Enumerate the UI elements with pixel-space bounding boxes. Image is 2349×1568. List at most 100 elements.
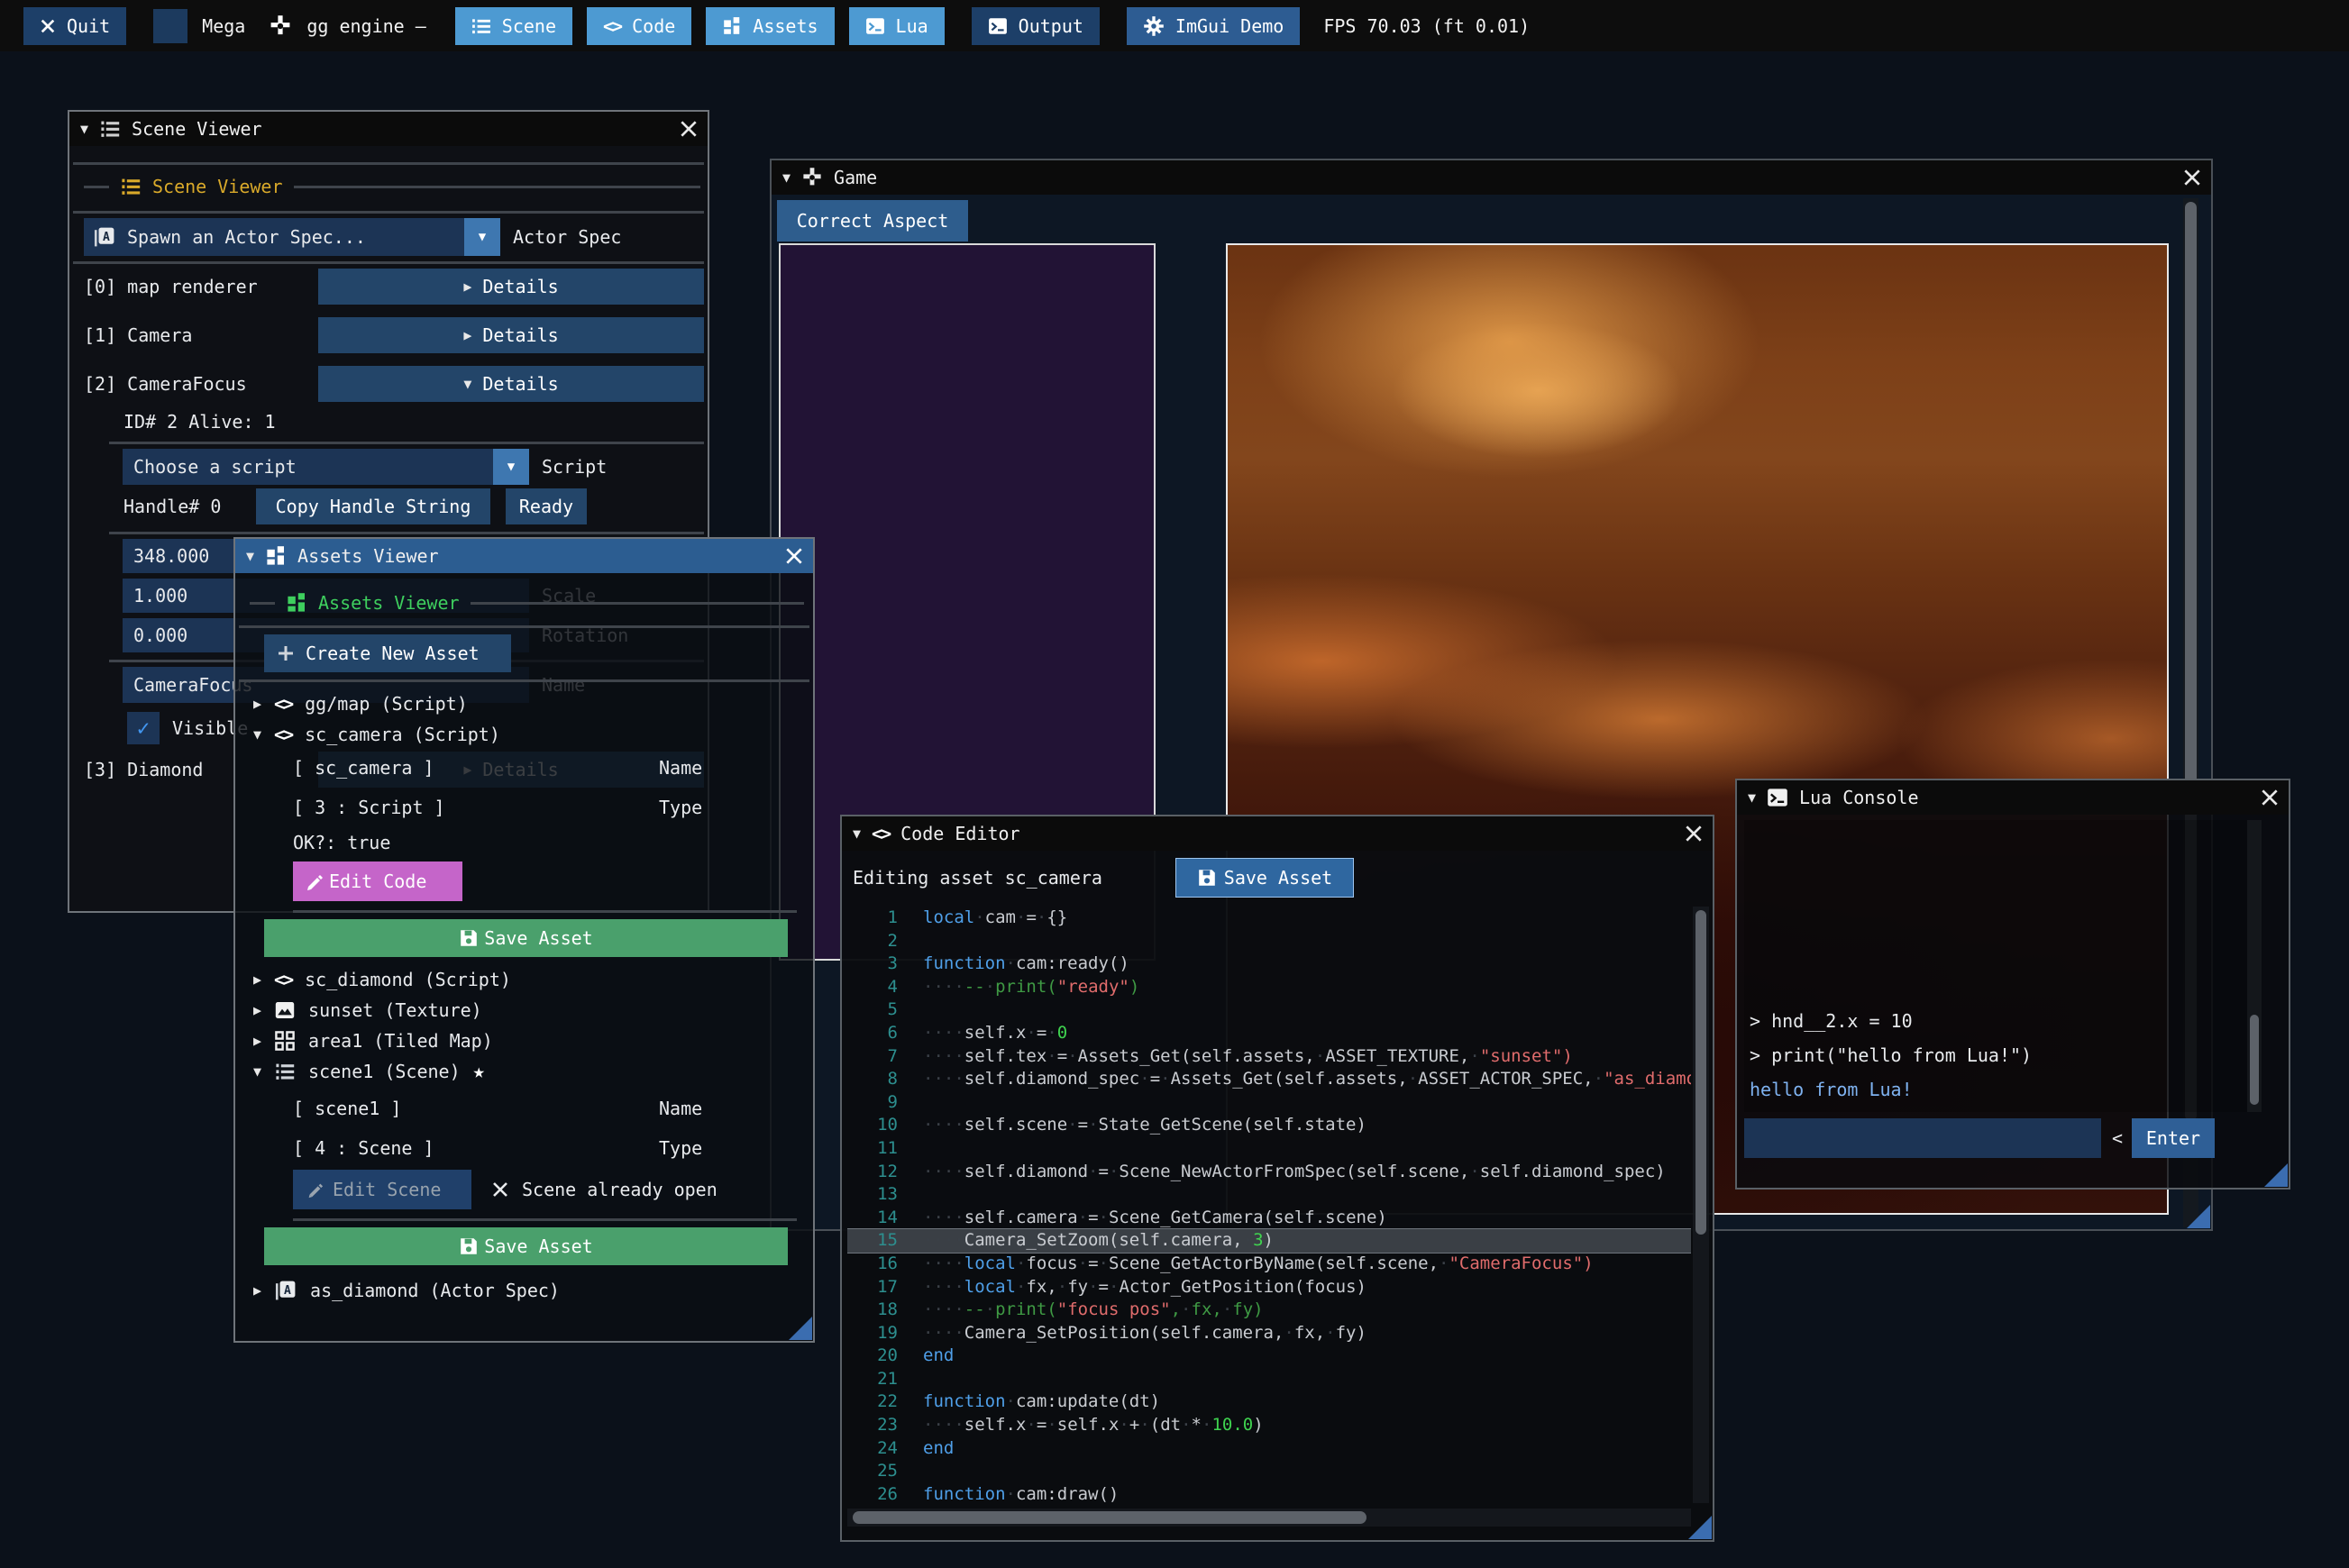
- close-icon[interactable]: [2260, 788, 2280, 807]
- code-line[interactable]: 19····Camera_SetPosition(self.camera,·fx…: [847, 1322, 1691, 1345]
- edit-code-label: Edit Code: [329, 871, 426, 892]
- tree-item-sc-camera[interactable]: ▼ <> sc_camera (Script): [253, 719, 500, 750]
- code-vertical-scrollbar[interactable]: [1693, 907, 1709, 1503]
- tree-item-sc-diamond[interactable]: ▶ <> sc_diamond (Script): [253, 964, 511, 995]
- details-button[interactable]: ▼ Details: [318, 366, 704, 402]
- edit-code-button[interactable]: Edit Code: [293, 861, 462, 901]
- code-line[interactable]: 2: [847, 930, 1691, 953]
- enter-label: Enter: [2146, 1127, 2200, 1149]
- tree-item-as-diamond[interactable]: ▶ A as_diamond (Actor Spec): [253, 1274, 560, 1307]
- code-line[interactable]: 5: [847, 998, 1691, 1022]
- code-line[interactable]: 23····self.x·=·self.x·+·(dt·*·10.0): [847, 1414, 1691, 1437]
- code-line[interactable]: 21: [847, 1368, 1691, 1391]
- save-asset-button[interactable]: Save Asset: [264, 919, 788, 957]
- arrow-down-icon[interactable]: ▼: [253, 1063, 261, 1080]
- spawn-actor-spec-combo[interactable]: A Spawn an Actor Spec... ▼: [84, 218, 500, 256]
- code-line[interactable]: 7····self.tex·=·Assets_Get(self.assets,·…: [847, 1045, 1691, 1069]
- code-line[interactable]: 20end: [847, 1345, 1691, 1368]
- arrow-right-icon[interactable]: ▶: [253, 696, 261, 712]
- resize-grip[interactable]: [2187, 1205, 2210, 1228]
- close-icon[interactable]: [1684, 824, 1704, 843]
- collapse-arrow-icon[interactable]: ▼: [853, 825, 861, 842]
- close-icon[interactable]: [2182, 168, 2202, 187]
- code-vertical-scrollbar-thumb[interactable]: [1695, 910, 1706, 1235]
- code-line[interactable]: 3function·cam:ready(): [847, 953, 1691, 976]
- console-scrollbar-thumb[interactable]: [2250, 1015, 2259, 1105]
- correct-aspect-button[interactable]: Correct Aspect: [777, 200, 968, 242]
- menu-button-output[interactable]: Output: [972, 7, 1100, 45]
- create-new-asset-button[interactable]: Create New Asset: [264, 634, 511, 672]
- collapse-arrow-icon[interactable]: ▼: [80, 121, 88, 137]
- menu-button-scene[interactable]: Scene: [455, 7, 572, 45]
- tree-item-scene1[interactable]: ▼ scene1 (Scene) ★: [253, 1056, 485, 1087]
- enter-button[interactable]: Enter: [2132, 1118, 2215, 1158]
- arrow-right-icon[interactable]: ▶: [253, 971, 261, 988]
- arrow-right-icon[interactable]: ▶: [253, 1033, 261, 1049]
- code-editor-text-area[interactable]: 1local·cam·=·{}23function·cam:ready()4··…: [847, 907, 1691, 1503]
- collapse-arrow-icon[interactable]: ▼: [1748, 789, 1756, 806]
- code-line[interactable]: 25: [847, 1460, 1691, 1483]
- terminal-icon: [1767, 787, 1788, 808]
- menu-button-lua[interactable]: Lua: [849, 7, 945, 45]
- scene-viewer-titlebar[interactable]: ▼ Scene Viewer: [69, 112, 708, 146]
- resize-grip[interactable]: [789, 1317, 812, 1340]
- menu-button-imgui-demo[interactable]: ImGui Demo: [1127, 7, 1300, 45]
- tree-item-gg-map[interactable]: ▶ <> gg/map (Script): [253, 688, 468, 719]
- code-line[interactable]: 9: [847, 1091, 1691, 1115]
- code-line[interactable]: 10····self.scene·=·State_GetScene(self.s…: [847, 1114, 1691, 1137]
- code-line[interactable]: 22function·cam:update(dt): [847, 1390, 1691, 1414]
- chevron-down-icon[interactable]: ▼: [464, 218, 500, 256]
- choose-script-combo[interactable]: Choose a script ▼: [123, 449, 529, 485]
- resize-grip[interactable]: [1688, 1516, 1712, 1539]
- assets-viewer-titlebar[interactable]: ▼ Assets Viewer: [235, 539, 813, 573]
- game-titlebar[interactable]: ▼ Game: [772, 160, 2211, 195]
- code-editor-titlebar[interactable]: ▼ <> Code Editor: [842, 816, 1713, 851]
- tree-item-sunset[interactable]: ▶ sunset (Texture): [253, 995, 482, 1026]
- code-line[interactable]: 13: [847, 1183, 1691, 1207]
- details-button[interactable]: ▶ Details: [318, 317, 704, 353]
- menu-button-assets[interactable]: Assets: [706, 7, 834, 45]
- code-line[interactable]: 1local·cam·=·{}: [847, 907, 1691, 930]
- close-icon[interactable]: [679, 119, 699, 139]
- code-horizontal-scrollbar-thumb[interactable]: [853, 1511, 1366, 1524]
- arrow-right-icon[interactable]: ▶: [253, 1282, 261, 1299]
- favorite-star-icon[interactable]: ★: [473, 1061, 485, 1083]
- copy-handle-button[interactable]: Copy Handle String: [256, 488, 490, 524]
- arrow-down-icon[interactable]: ▼: [253, 726, 261, 743]
- save-asset-button[interactable]: Save Asset: [264, 1227, 788, 1265]
- collapse-arrow-icon[interactable]: ▼: [782, 169, 791, 186]
- code-line[interactable]: 15····Camera_SetZoom(self.camera,·3): [847, 1229, 1691, 1253]
- edit-scene-button-disabled[interactable]: Edit Scene: [293, 1170, 471, 1209]
- code-line[interactable]: 24end: [847, 1437, 1691, 1461]
- ready-button[interactable]: Ready: [506, 488, 587, 524]
- code-line[interactable]: 12····self.diamond·=·Scene_NewActorFromS…: [847, 1161, 1691, 1184]
- menu-button-code[interactable]: <> Code: [587, 7, 691, 45]
- tree-item-area1[interactable]: ▶ area1 (Tiled Map): [253, 1026, 493, 1056]
- code-horizontal-scrollbar[interactable]: [847, 1509, 1691, 1527]
- quit-button[interactable]: Quit: [23, 7, 126, 45]
- code-line[interactable]: 17····local·fx,·fy·=·Actor_GetPosition(f…: [847, 1276, 1691, 1299]
- lua-console-titlebar[interactable]: ▼ Lua Console: [1737, 780, 2289, 815]
- code-line[interactable]: 6····self.x·=·0: [847, 1022, 1691, 1045]
- mega-checkbox[interactable]: [153, 9, 187, 43]
- code-line[interactable]: 11: [847, 1137, 1691, 1161]
- arrow-right-icon: ▶: [463, 327, 471, 343]
- details-button[interactable]: ▶ Details: [318, 269, 704, 305]
- chevron-down-icon[interactable]: ▼: [493, 449, 529, 485]
- arrow-right-icon[interactable]: ▶: [253, 1002, 261, 1018]
- code-line[interactable]: 18····--·print("focus pos",·fx,·fy): [847, 1299, 1691, 1322]
- lua-command-input[interactable]: [1744, 1118, 2101, 1158]
- code-line[interactable]: 14····self.camera·=·Scene_GetCamera(self…: [847, 1207, 1691, 1230]
- code-line[interactable]: 4····--·print("ready"): [847, 976, 1691, 999]
- close-icon[interactable]: [784, 546, 804, 566]
- asset-ok-status: OK?: true: [293, 827, 390, 858]
- code-line[interactable]: 26function·cam:draw(): [847, 1483, 1691, 1503]
- collapse-arrow-icon[interactable]: ▼: [246, 548, 254, 564]
- visible-checkbox[interactable]: ✓: [127, 712, 160, 744]
- console-scrollbar[interactable]: [2247, 820, 2262, 1112]
- resize-grip[interactable]: [2264, 1163, 2288, 1187]
- console-log-area[interactable]: > hnd__2.x = 10 > print("hello from Lua!…: [1744, 820, 2262, 1112]
- save-asset-button[interactable]: Save Asset: [1175, 858, 1354, 898]
- code-line[interactable]: 8····self.diamond_spec·=·Assets_Get(self…: [847, 1068, 1691, 1091]
- code-line[interactable]: 16····local·focus·=·Scene_GetActorByName…: [847, 1253, 1691, 1276]
